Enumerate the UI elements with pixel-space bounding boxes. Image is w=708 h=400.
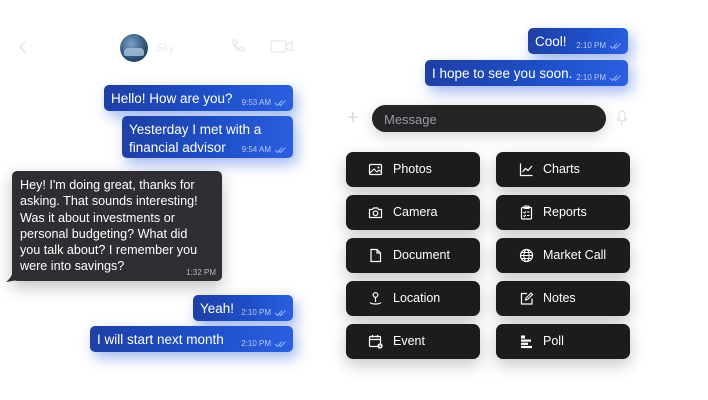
read-ticks-icon — [609, 75, 621, 82]
attach-label: Notes — [543, 291, 576, 305]
attach-label: Camera — [393, 205, 438, 219]
attach-camera-button[interactable]: Camera — [346, 195, 480, 230]
message-bubble-outgoing[interactable]: Yesterday I met with a financial advisor… — [122, 116, 293, 158]
bubble-tail — [6, 268, 18, 282]
microphone-icon[interactable] — [616, 110, 628, 127]
attach-photos-button[interactable]: Photos — [346, 152, 480, 187]
attach-label: Event — [393, 334, 425, 348]
message-input[interactable] — [384, 110, 594, 128]
attach-label: Poll — [543, 334, 564, 348]
image-icon — [368, 163, 383, 176]
attach-label: Location — [393, 291, 441, 305]
message-time: 9:54 AM — [241, 145, 271, 154]
read-ticks-icon — [274, 147, 286, 154]
video-call-icon[interactable] — [270, 38, 294, 54]
attach-event-button[interactable]: Event — [346, 324, 480, 359]
message-time: 2:10 PM — [576, 41, 606, 50]
avatar[interactable] — [120, 34, 148, 62]
read-ticks-icon — [274, 100, 286, 107]
message-time: 9:53 AM — [241, 98, 271, 107]
attach-label: Market Call — [543, 248, 607, 262]
read-ticks-icon — [609, 43, 621, 50]
message-time: 2:10 PM — [241, 339, 271, 348]
message-text: were into savings? — [20, 259, 125, 274]
camera-icon — [368, 207, 383, 219]
attach-label: Charts — [543, 162, 580, 176]
back-icon[interactable] — [16, 40, 30, 54]
attach-charts-button[interactable]: Charts — [496, 152, 630, 187]
message-text: you talk about? I remember you — [20, 243, 198, 258]
message-bubble-outgoing[interactable]: Hello! How are you? 9:53 AM — [104, 85, 293, 111]
attach-label: Reports — [543, 205, 587, 219]
edit-note-icon — [520, 292, 534, 305]
attach-market-call-button[interactable]: Market Call — [496, 238, 630, 273]
globe-icon — [519, 248, 534, 263]
message-bubble-outgoing[interactable]: Cool! 2:10 PM — [528, 28, 628, 54]
message-bubble-outgoing[interactable]: I hope to see you soon. 2:10 PM — [425, 60, 628, 86]
read-ticks-icon — [274, 341, 286, 348]
attach-reports-button[interactable]: Reports — [496, 195, 630, 230]
clipboard-icon — [520, 205, 533, 220]
message-bubble-outgoing[interactable]: I will start next month 2:10 PM — [90, 326, 293, 352]
read-ticks-icon — [274, 310, 286, 317]
attach-location-button[interactable]: Location — [346, 281, 480, 316]
chat-header: Sky — [0, 30, 310, 66]
attach-document-button[interactable]: Document — [346, 238, 480, 273]
attach-poll-button[interactable]: Poll — [496, 324, 630, 359]
message-time: 2:10 PM — [576, 73, 606, 82]
location-pin-icon — [369, 292, 382, 305]
message-bubble-incoming[interactable]: Hey! I'm doing great, thanks for asking.… — [12, 171, 222, 281]
message-text: personal budgeting? What did — [20, 226, 188, 241]
calendar-icon — [368, 335, 383, 349]
message-text: Hey! I'm doing great, thanks for — [20, 178, 195, 192]
attach-notes-button[interactable]: Notes — [496, 281, 630, 316]
message-bubble-outgoing[interactable]: Yeah! 2:10 PM — [193, 295, 293, 321]
line-chart-icon — [519, 163, 533, 177]
attach-label: Photos — [393, 162, 432, 176]
attach-label: Document — [393, 248, 450, 262]
message-time: 1:32 PM — [186, 268, 216, 277]
phone-icon[interactable] — [230, 38, 246, 54]
message-time: 2:10 PM — [241, 308, 271, 317]
message-composer — [372, 105, 606, 132]
document-icon — [370, 248, 382, 263]
contact-name[interactable]: Sky — [156, 42, 174, 54]
poll-icon — [521, 335, 532, 349]
message-text: Was it about investments or — [20, 210, 175, 225]
message-text: Yesterday I met with a — [129, 122, 262, 137]
attach-plus-icon[interactable]: + — [343, 108, 363, 128]
message-text: asking. That sounds interesting! — [20, 194, 198, 209]
